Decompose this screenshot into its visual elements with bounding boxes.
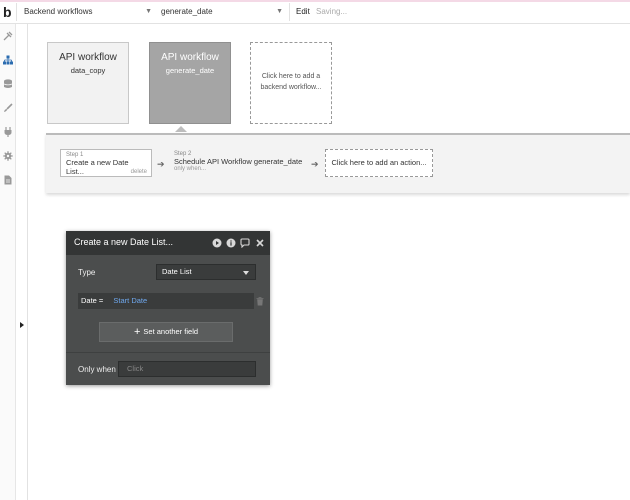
field-name: Date = bbox=[81, 296, 104, 305]
play-icon[interactable] bbox=[212, 238, 222, 248]
edit-menu[interactable]: Edit bbox=[296, 4, 310, 20]
field-assignment-row[interactable]: Date = Start Date bbox=[78, 293, 254, 309]
only-when-label: Only when bbox=[78, 365, 116, 374]
workflow-card-title: API workflow bbox=[161, 52, 219, 63]
top-accent-line bbox=[0, 0, 630, 2]
bubble-logo[interactable]: b bbox=[3, 4, 12, 20]
step-title: Schedule API Workflow generate_date bbox=[174, 157, 303, 166]
design-icon[interactable] bbox=[3, 31, 13, 41]
workflow-select-value: generate_date bbox=[161, 7, 213, 16]
workflow-card-title: API workflow bbox=[59, 52, 117, 63]
comment-icon[interactable] bbox=[240, 238, 250, 248]
set-another-label: Set another field bbox=[143, 327, 199, 336]
only-when-input[interactable]: Click bbox=[118, 361, 256, 377]
arrow-right-icon: ➔ bbox=[311, 159, 319, 169]
close-icon[interactable] bbox=[255, 238, 265, 248]
step-delete-link[interactable]: delete bbox=[131, 169, 147, 175]
page-select[interactable]: Backend workflows ▼ bbox=[24, 4, 152, 20]
chevron-down-icon: ▼ bbox=[145, 8, 152, 15]
workflow-icon[interactable] bbox=[3, 55, 13, 65]
add-workflow-text: Click here to add a backend workflow... bbox=[260, 73, 322, 91]
top-bar: b Backend workflows ▼ generate_date ▼ Ed… bbox=[0, 0, 630, 24]
plugins-icon[interactable] bbox=[3, 127, 13, 137]
divider bbox=[289, 3, 290, 21]
panel-title: Create a new Date List... bbox=[74, 237, 174, 247]
chevron-down-icon bbox=[243, 271, 249, 275]
selected-pointer bbox=[175, 126, 187, 132]
expand-arrow-icon[interactable] bbox=[20, 322, 24, 328]
field-value-expression[interactable]: Start Date bbox=[113, 296, 147, 305]
step-2-card[interactable]: Step 2 Schedule API Workflow generate_da… bbox=[172, 149, 306, 177]
type-value: Date List bbox=[162, 267, 192, 276]
step-condition: only when... bbox=[174, 166, 207, 172]
type-dropdown[interactable]: Date List bbox=[156, 264, 256, 280]
workflow-card-generate-date[interactable]: API workflow generate_date bbox=[149, 42, 231, 124]
page-select-value: Backend workflows bbox=[24, 7, 93, 16]
data-icon[interactable] bbox=[3, 79, 13, 89]
workflow-card-name: generate_date bbox=[165, 66, 215, 75]
sidebar bbox=[0, 24, 16, 500]
arrow-right-icon: ➔ bbox=[157, 159, 165, 169]
workflow-card-name: data_copy bbox=[70, 66, 106, 75]
step-1-card[interactable]: Step 1 Create a new Date List... delete bbox=[60, 149, 152, 177]
type-label: Type bbox=[78, 268, 96, 277]
styles-icon[interactable] bbox=[3, 103, 13, 113]
workflow-card-data-copy[interactable]: API workflow data_copy bbox=[47, 42, 129, 124]
divider bbox=[16, 3, 17, 21]
panel-collapse-strip[interactable] bbox=[16, 24, 28, 500]
workflow-select[interactable]: generate_date ▼ bbox=[161, 4, 283, 20]
add-backend-workflow-card[interactable]: Click here to add a backend workflow... bbox=[250, 42, 332, 124]
workflow-canvas: API workflow data_copy API workflow gene… bbox=[28, 24, 630, 500]
info-icon[interactable] bbox=[226, 238, 236, 248]
panel-header[interactable]: Create a new Date List... bbox=[66, 231, 270, 255]
workflow-steps-bar: Step 1 Create a new Date List... delete … bbox=[46, 133, 630, 193]
trash-icon[interactable] bbox=[256, 297, 264, 306]
save-status: Saving... bbox=[316, 7, 348, 16]
divider bbox=[66, 352, 270, 353]
set-another-field-button[interactable]: + Set another field bbox=[99, 322, 233, 342]
action-property-editor: Create a new Date List... Type Date List… bbox=[66, 231, 270, 385]
settings-icon[interactable] bbox=[3, 151, 13, 161]
add-action-button[interactable]: Click here to add an action... bbox=[325, 149, 433, 177]
plus-icon: + bbox=[133, 326, 141, 338]
chevron-down-icon: ▼ bbox=[276, 8, 283, 15]
logs-icon[interactable] bbox=[3, 175, 13, 185]
